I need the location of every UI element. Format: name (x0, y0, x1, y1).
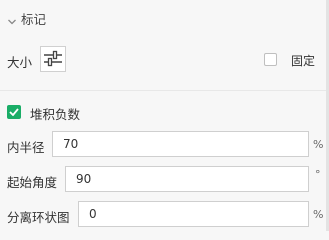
fixed-checkbox[interactable] (264, 53, 277, 66)
separate-ring-unit: % (313, 208, 324, 221)
start-angle-input[interactable] (65, 166, 309, 192)
check-icon (9, 108, 19, 116)
start-angle-unit: ° (315, 168, 321, 181)
inner-radius-input[interactable] (52, 131, 309, 157)
sliders-icon (44, 50, 62, 67)
chevron-down-icon[interactable] (7, 12, 17, 31)
inner-radius-unit: % (313, 138, 324, 151)
inner-radius-label: 内半径 (7, 140, 45, 155)
mark-settings-panel: 标记 大小 固定 堆积负数 内半径 % 起始角度 ° 分离环状图 % (0, 0, 329, 231)
separate-ring-input[interactable] (78, 201, 309, 227)
divider (0, 90, 326, 91)
size-label: 大小 (7, 55, 33, 70)
section-title: 标记 (21, 12, 47, 27)
start-angle-label: 起始角度 (7, 175, 58, 190)
fixed-label: 固定 (291, 54, 316, 68)
section-header-mark[interactable]: 标记 (0, 6, 120, 30)
separate-ring-label: 分离环状图 (7, 210, 70, 225)
stack-negative-label: 堆积负数 (30, 107, 81, 122)
size-settings-button[interactable] (40, 46, 66, 72)
stack-negative-checkbox[interactable] (7, 105, 21, 119)
